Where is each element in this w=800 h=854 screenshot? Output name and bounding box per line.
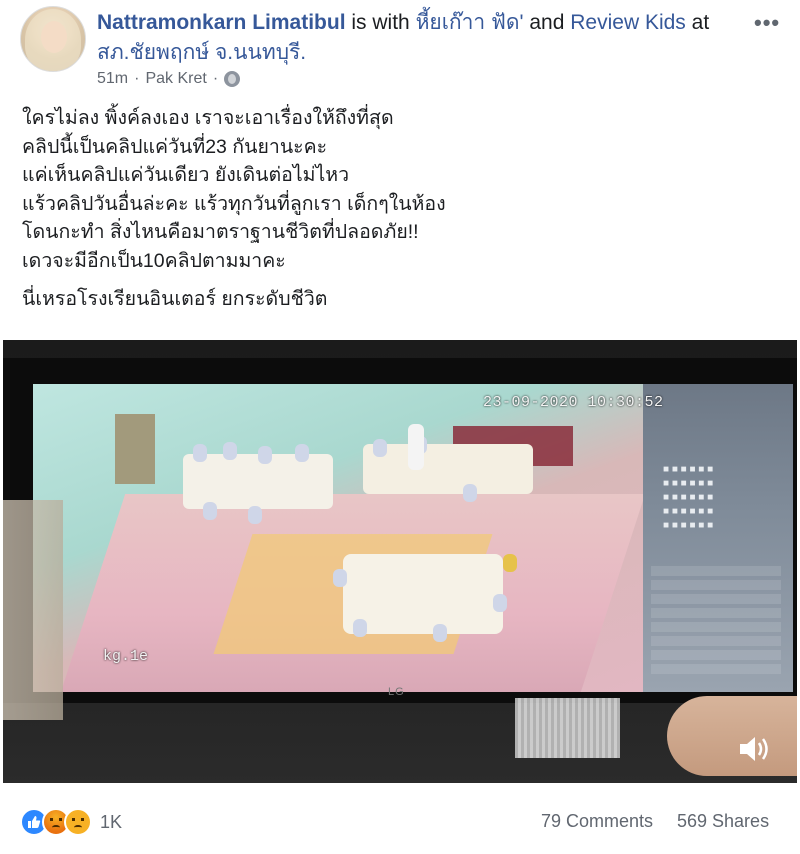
child-figure	[493, 594, 507, 612]
child-figure	[248, 506, 262, 524]
post-body: ใครไม่ลง พิ้งค์ลงเอง เราจะเอาเรื่องให้ถึ…	[22, 104, 782, 314]
teacher-figure	[503, 554, 517, 572]
dvr-side-panel: ■ ■ ■ ■ ■ ■ ■ ■ ■ ■ ■ ■ ■ ■ ■ ■ ■ ■ ■ ■ …	[643, 384, 793, 692]
dvr-channel-row	[651, 580, 781, 590]
body-line: แค่เห็นคลิปแค่วันเดียว ยังเดินต่อไม่ไหว	[22, 164, 350, 186]
post-meta: 51m · Pak Kret ·	[97, 70, 241, 88]
child-figure	[223, 442, 237, 460]
child-figure	[193, 444, 207, 462]
facebook-post: Nattramonkarn Limatibul is with หี้ยเก๊า…	[0, 0, 800, 853]
post-time[interactable]: 51m	[97, 70, 128, 88]
body-line: คลิปนี้เป็นคลิปแค่วันที่23 กันยานะคะ	[22, 135, 328, 158]
monitor-frame: ■ ■ ■ ■ ■ ■ ■ ■ ■ ■ ■ ■ ■ ■ ■ ■ ■ ■ ■ ■ …	[3, 358, 797, 703]
more-options-icon[interactable]: •••	[754, 10, 780, 36]
author-avatar[interactable]	[20, 6, 86, 72]
meta-separator-2: ·	[212, 70, 219, 87]
at-text: at	[685, 11, 710, 34]
location-link[interactable]: สภ.ชัยพฤกษ์ จ.นนทบุรี.	[97, 40, 306, 66]
child-figure	[433, 624, 447, 642]
tagged-person-2[interactable]: Review Kids	[570, 11, 686, 34]
avatar-face	[41, 21, 67, 53]
camera-label: kg.1e	[103, 648, 149, 665]
desk-speaker	[515, 698, 620, 758]
video-player[interactable]: ■ ■ ■ ■ ■ ■ ■ ■ ■ ■ ■ ■ ■ ■ ■ ■ ■ ■ ■ ■ …	[3, 340, 797, 783]
body-line: แร้วคลิปวันอื่นล่ะคะ แร้วทุกวันที่ลูกเรา…	[22, 192, 446, 215]
body-line: ใครไม่ลง พิ้งค์ลงเอง เราจะเอาเรื่องให้ถึ…	[22, 107, 394, 129]
child-figure	[258, 446, 272, 464]
post-header: Nattramonkarn Limatibul is with หี้ยเก๊า…	[97, 10, 709, 36]
body-line: เดวจะมีอีกเป็น10คลิปตามมาคะ	[22, 249, 286, 272]
author-name[interactable]: Nattramonkarn Limatibul	[97, 11, 346, 34]
dvr-channel-row	[651, 650, 781, 660]
child-figure	[295, 444, 309, 462]
dvr-calendar: ■ ■ ■ ■ ■ ■ ■ ■ ■ ■ ■ ■ ■ ■ ■ ■ ■ ■ ■ ■ …	[663, 464, 714, 531]
is-with-text: is with	[345, 11, 416, 34]
child-figure	[203, 502, 217, 520]
child-figure	[373, 439, 387, 457]
and-text: and	[523, 11, 571, 34]
body-line: โดนกะทำ สิ่งไหนคือมาตราฐานชีวิตที่ปลอดภั…	[22, 221, 419, 243]
hand-on-mouse	[667, 696, 797, 776]
comments-count[interactable]: 79 Comments	[541, 811, 653, 832]
table-front	[343, 554, 503, 634]
teacher-figure	[408, 424, 424, 470]
dvr-channel-row	[651, 566, 781, 576]
dvr-channel-row	[651, 608, 781, 618]
child-figure	[353, 619, 367, 637]
dvr-channel-row	[651, 622, 781, 632]
monitor-brand-logo: LG	[388, 686, 405, 698]
globe-icon[interactable]	[224, 71, 241, 87]
dvr-channel-row	[651, 594, 781, 604]
person-arm-left	[3, 500, 63, 720]
cctv-screen: ■ ■ ■ ■ ■ ■ ■ ■ ■ ■ ■ ■ ■ ■ ■ ■ ■ ■ ■ ■ …	[33, 384, 793, 692]
meta-separator: ·	[134, 70, 140, 87]
volume-icon[interactable]	[737, 734, 771, 764]
classroom-scene	[33, 384, 646, 692]
body-last-line: นี่เหรอโรงเรียนอินเตอร์ ยกระดับชีวิต	[22, 288, 328, 310]
shares-count[interactable]: 569 Shares	[677, 811, 769, 832]
tagged-person-1[interactable]: หี้ยเก๊าา ฟัด'	[416, 11, 524, 34]
child-figure	[463, 484, 477, 502]
table-left	[183, 454, 333, 509]
dvr-channel-row	[651, 664, 781, 674]
child-figure	[333, 569, 347, 587]
dvr-channel-row	[651, 636, 781, 646]
reaction-count[interactable]: 1K	[100, 812, 122, 833]
post-footer: 1K 79 Comments 569 Shares	[0, 783, 800, 854]
sad-icon	[64, 808, 92, 836]
cctv-timestamp: 23-09-2020 10:30:52	[483, 394, 664, 411]
reaction-summary[interactable]: 1K	[20, 808, 122, 836]
classroom-door	[115, 414, 155, 484]
table-back	[363, 444, 533, 494]
post-place[interactable]: Pak Kret	[145, 70, 206, 88]
